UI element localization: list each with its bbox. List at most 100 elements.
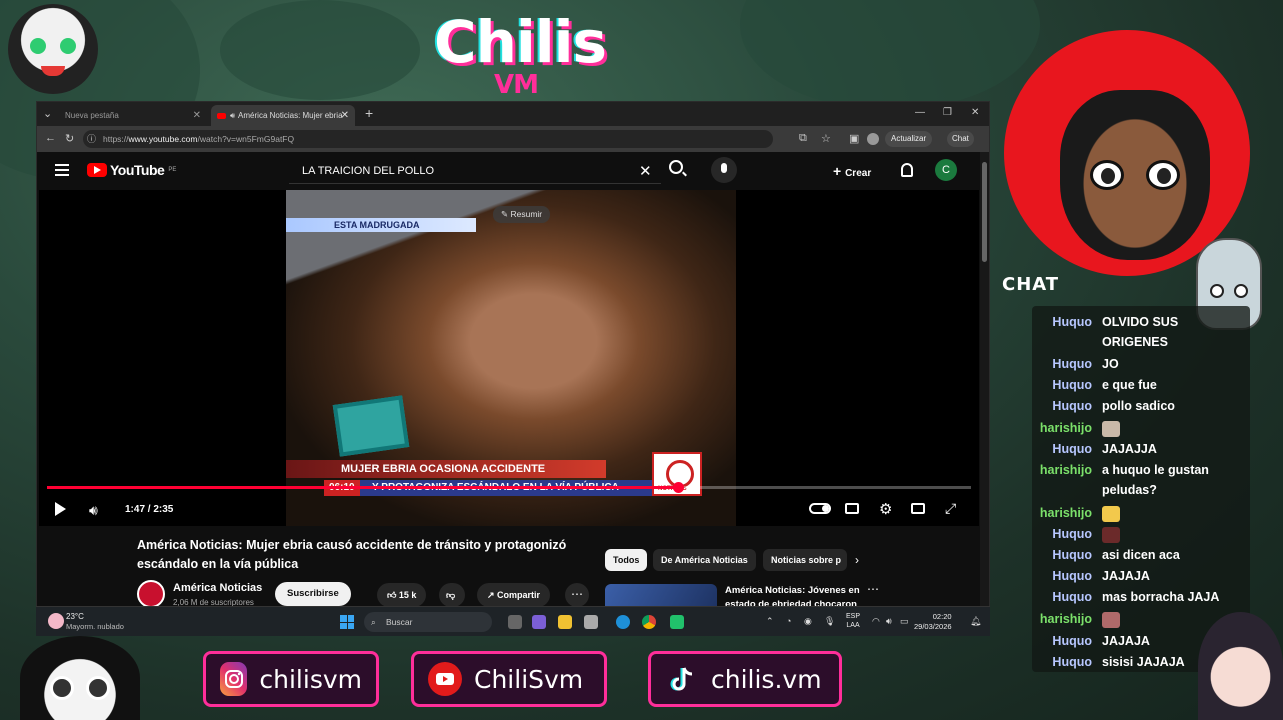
social-tiktok: chilis.vm: [648, 651, 842, 707]
mic-icon[interactable]: [711, 157, 737, 183]
fullscreen-icon[interactable]: ⤢: [945, 500, 956, 517]
related-more-icon[interactable]: ⋯: [867, 582, 879, 596]
more-actions-icon[interactable]: ⋯: [565, 583, 589, 607]
subscribe-button[interactable]: Suscribirse: [275, 582, 351, 606]
chat-text: OLVIDO SUS ORIGENES: [1102, 315, 1179, 349]
dislike-button[interactable]: 👎︎: [439, 583, 465, 607]
tiktok-icon: [665, 662, 699, 696]
search-icon: ⌕: [371, 617, 376, 627]
wifi-icon[interactable]: ◠: [872, 616, 880, 627]
reload-icon[interactable]: ↻: [65, 132, 74, 145]
chevron-right-icon[interactable]: ›: [855, 553, 859, 567]
volume-icon[interactable]: 🔊︎: [886, 616, 892, 627]
avatar-eye: [30, 38, 46, 54]
progress-bar[interactable]: [47, 482, 971, 493]
favorite-icon[interactable]: ☆: [821, 132, 831, 145]
minimize-icon[interactable]: —: [915, 107, 925, 118]
back-icon[interactable]: ←: [45, 132, 56, 144]
account-avatar[interactable]: C: [935, 159, 957, 181]
app-icon[interactable]: [584, 615, 598, 629]
close-tab-icon[interactable]: ✕: [193, 110, 201, 121]
url-path: /watch?v=wn5FmG9atFQ: [197, 134, 295, 144]
update-button[interactable]: Actualizar: [885, 131, 933, 147]
notifications-icon[interactable]: [901, 163, 913, 177]
chat-username: Huquo: [1052, 527, 1092, 541]
extensions-icon[interactable]: ⧉: [799, 132, 807, 145]
like-count: 15 k: [398, 590, 417, 600]
site-info-icon[interactable]: ⓘ: [87, 132, 96, 145]
progress-scrubber[interactable]: [673, 482, 685, 493]
chip-channel[interactable]: De América Noticias: [653, 549, 756, 571]
chat-text: mas borracha JAJA: [1102, 590, 1220, 604]
chip-all[interactable]: Todos: [605, 549, 648, 571]
chat-username: Huquo: [1052, 548, 1092, 562]
language-indicator[interactable]: ESP LAA: [846, 612, 860, 630]
chat-username: Huquo: [1052, 378, 1092, 392]
app-icon[interactable]: [670, 615, 684, 629]
streamer-avatar: [1060, 90, 1210, 260]
tray-app-icon[interactable]: ◉: [804, 616, 812, 627]
copilot-chat-button[interactable]: Chat: [947, 131, 974, 147]
avatar-eye: [60, 38, 76, 54]
weather-icon[interactable]: [48, 613, 64, 629]
youtube-logo[interactable]: YouTube PE: [87, 162, 176, 178]
create-button[interactable]: + Crear: [833, 163, 871, 179]
avatar-eye: [50, 676, 74, 700]
collections-icon[interactable]: ▣: [849, 132, 859, 145]
tab-list-icon[interactable]: ⌄: [43, 107, 52, 120]
autoplay-toggle[interactable]: [809, 503, 831, 514]
url-field[interactable]: https://www.youtube.com/watch?v=wn5FmG9a…: [83, 130, 773, 148]
mic-icon[interactable]: 🎙︎: [824, 616, 835, 627]
start-icon[interactable]: [340, 615, 354, 629]
video-player[interactable]: ESTA MADRUGADA MUJER EBRIA OCASIONA ACCI…: [39, 190, 979, 526]
scrollbar-thumb[interactable]: [982, 162, 987, 262]
video-frame: ESTA MADRUGADA MUJER EBRIA OCASIONA ACCI…: [286, 190, 736, 526]
chrome-icon[interactable]: [642, 615, 656, 629]
channel-avatar[interactable]: [137, 580, 165, 608]
channel-name[interactable]: América Noticias: [173, 582, 262, 594]
file-explorer-icon[interactable]: [558, 615, 572, 629]
app-icon[interactable]: [532, 615, 546, 629]
progress-fill: [47, 486, 679, 489]
volume-icon[interactable]: 🔊︎: [89, 502, 98, 519]
like-button[interactable]: 👍︎ 15 k: [377, 583, 427, 607]
chat-username: Huquo: [1052, 399, 1092, 413]
edge-icon[interactable]: [616, 615, 630, 629]
profile-icon[interactable]: [867, 133, 879, 145]
speaker-icon: 🔊︎: [230, 110, 236, 120]
menu-icon[interactable]: [55, 164, 69, 176]
notification-center-icon[interactable]: 🔔︎: [970, 616, 981, 627]
tray-app-icon[interactable]: ◔: [786, 616, 791, 626]
background-foliage: [740, 0, 1040, 110]
settings-icon[interactable]: ⚙: [879, 500, 892, 518]
task-view-icon[interactable]: [508, 615, 522, 629]
overlay-avatar-bottom-right: [1198, 612, 1283, 720]
play-icon[interactable]: [55, 502, 66, 516]
clock-date: 29/03/2026: [914, 622, 952, 631]
chat-username: Huquo: [1052, 357, 1092, 371]
search-icon[interactable]: [669, 160, 683, 174]
search-input[interactable]: LA TRAICION DEL POLLO: [289, 158, 661, 184]
clock[interactable]: 02:20 29/03/2026: [914, 612, 952, 632]
subtitles-icon[interactable]: [845, 503, 859, 514]
miniplayer-icon[interactable]: [911, 503, 925, 514]
tray-chevron-icon[interactable]: ⌃: [766, 616, 774, 627]
chat-text: [1102, 524, 1242, 544]
chat-text: JO: [1102, 357, 1119, 371]
chat-panel: Huquo OLVIDO SUS ORIGENES Huquo JO Huquo e qu…: [1032, 306, 1250, 672]
summarize-button[interactable]: ✎ Resumir: [493, 206, 551, 223]
close-tab-icon[interactable]: ✕: [341, 110, 349, 121]
chip-topic[interactable]: Noticias sobre p: [763, 549, 847, 571]
tab-new[interactable]: Nueva pestaña ✕: [59, 105, 207, 126]
share-button[interactable]: ↗ Compartir: [477, 583, 551, 607]
tab-youtube[interactable]: 🔊︎ América Noticias: Mujer ebria ✕: [211, 105, 355, 126]
new-tab-icon[interactable]: +: [365, 105, 373, 121]
taskbar-search[interactable]: ⌕ Buscar: [364, 612, 492, 632]
clear-search-icon[interactable]: ✕: [639, 162, 652, 180]
maximize-icon[interactable]: ❐: [943, 107, 952, 118]
social-youtube: ChiliSvm: [411, 651, 607, 707]
close-window-icon[interactable]: ✕: [971, 107, 979, 118]
scrollbar[interactable]: [980, 152, 989, 635]
battery-icon[interactable]: ▭: [900, 616, 909, 627]
chat-text: e que fue: [1102, 378, 1157, 392]
